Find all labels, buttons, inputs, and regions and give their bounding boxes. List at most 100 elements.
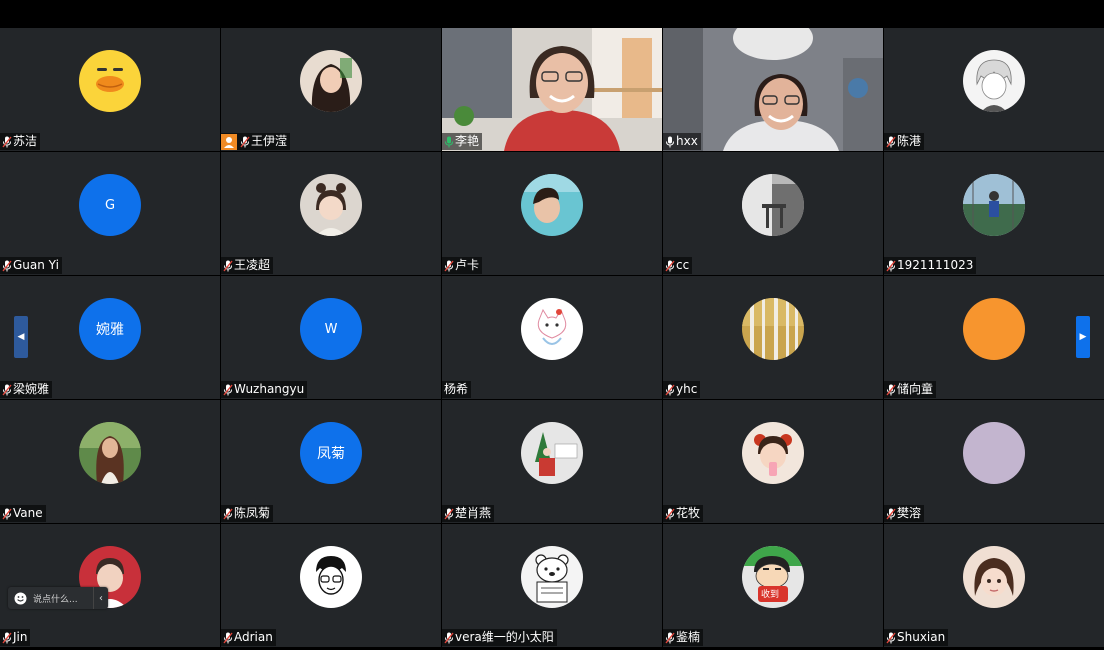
participant-tile[interactable]: 苏洁 <box>0 28 220 151</box>
participant-tile[interactable]: yhc <box>663 276 883 399</box>
participant-name: 陈凤菊 <box>234 506 271 520</box>
participant-tile[interactable]: 杨希 <box>442 276 662 399</box>
mic-muted-icon <box>665 260 675 272</box>
sports-photo-avatar-icon <box>963 174 1025 236</box>
participant-tile[interactable]: Shuxian <box>884 524 1104 647</box>
participant-name: 1921111023 <box>897 258 974 272</box>
prev-page-button[interactable]: ◀ <box>14 316 28 358</box>
participant-tile[interactable]: 婉雅梁婉雅 <box>0 276 220 399</box>
mic-muted-icon <box>886 136 896 148</box>
participant-tile[interactable]: 王伊滢 <box>221 28 441 151</box>
smiley-icon[interactable] <box>14 592 27 605</box>
lavender-circle-avatar-icon <box>963 422 1025 484</box>
participant-name-label: Guan Yi <box>0 257 62 274</box>
participant-name-label: 花牧 <box>663 505 704 522</box>
mic-muted-icon <box>886 508 896 520</box>
participant-name-label: 1921111023 <box>884 257 977 274</box>
participant-tile[interactable]: 收到鉴楠 <box>663 524 883 647</box>
participant-tile[interactable]: cc <box>663 152 883 275</box>
anime-boy-avatar-icon <box>963 50 1025 112</box>
bw-photo-avatar-icon <box>742 174 804 236</box>
mic-muted-icon <box>2 136 12 148</box>
chat-placeholder[interactable]: 说点什么... <box>33 592 93 605</box>
participant-name-label: 陈港 <box>884 133 925 150</box>
mic-muted-icon <box>886 260 896 272</box>
mic-muted-icon <box>2 384 12 396</box>
participant-name: 王凌超 <box>234 258 271 272</box>
cartoon-cat-avatar-icon <box>521 298 583 360</box>
mic-muted-icon <box>444 260 454 272</box>
participant-tile[interactable]: 樊溶 <box>884 400 1104 523</box>
birch-forest-avatar-icon <box>742 298 804 360</box>
avatar-initials: 婉雅 <box>79 298 141 360</box>
participant-name: vera维一的小太阳 <box>455 630 554 644</box>
chevron-left-icon: ◀ <box>17 332 25 342</box>
participant-name: Guan Yi <box>13 258 59 272</box>
participant-tile[interactable]: W Wuzhangyu <box>221 276 441 399</box>
participant-name: 储向童 <box>897 382 934 396</box>
child-photo-avatar-icon <box>300 174 362 236</box>
participant-tile[interactable]: 陈港 <box>884 28 1104 151</box>
mic-muted-icon <box>444 508 454 520</box>
participant-tile[interactable]: Jin <box>0 524 220 647</box>
orange-circle-avatar-icon <box>963 298 1025 360</box>
woman-outdoor-avatar-icon <box>79 422 141 484</box>
host-user-icon <box>221 133 237 150</box>
participant-tile[interactable]: 花牧 <box>663 400 883 523</box>
meeting-gallery-view: 苏洁 王伊滢 李艳 hxx 陈港 G Guan Yi 王凌超 卢卡 cc 1921111023 婉雅梁… <box>0 0 1104 650</box>
participant-tile[interactable]: 楚肖燕 <box>442 400 662 523</box>
participant-name: yhc <box>676 382 698 396</box>
mic-muted-icon <box>223 632 233 644</box>
next-page-button[interactable]: ▶ <box>1076 316 1090 358</box>
polar-bear-avatar-icon <box>521 546 583 608</box>
avatar-initials: 凤菊 <box>300 422 362 484</box>
christmas-photo-avatar-icon <box>521 422 583 484</box>
sketch-face-avatar-icon <box>300 546 362 608</box>
mic-muted-icon <box>240 136 250 148</box>
baby-photo-avatar-icon <box>742 422 804 484</box>
participant-name: Wuzhangyu <box>234 382 305 396</box>
participant-tile[interactable]: vera维一的小太阳 <box>442 524 662 647</box>
participant-name-label: 鉴楠 <box>663 629 704 646</box>
chevron-right-icon: ▶ <box>1079 332 1087 342</box>
participant-name-label: Wuzhangyu <box>221 381 308 398</box>
participant-tile[interactable]: 凤菊陈凤菊 <box>221 400 441 523</box>
participant-name: 陈港 <box>897 134 922 148</box>
mic-muted-icon <box>2 260 12 272</box>
participant-name-label: Vane <box>0 505 46 522</box>
participant-name-label: yhc <box>663 381 701 398</box>
participant-tile[interactable]: G Guan Yi <box>0 152 220 275</box>
participant-name: 花牧 <box>676 506 701 520</box>
participant-tile[interactable]: 卢卡 <box>442 152 662 275</box>
participant-name-label: cc <box>663 257 693 274</box>
chat-input-bar[interactable]: 说点什么... ‹ <box>8 587 108 609</box>
mic-muted-icon <box>444 632 454 644</box>
participant-name: 杨希 <box>444 382 469 396</box>
participant-tile[interactable]: hxx <box>663 28 883 151</box>
participant-name-label: 卢卡 <box>442 257 483 274</box>
chevron-left-icon[interactable]: ‹ <box>93 587 108 609</box>
mic-muted-icon <box>2 632 12 644</box>
participant-tile[interactable]: 储向童 <box>884 276 1104 399</box>
participant-name: 苏洁 <box>13 134 38 148</box>
avatar-badge-text: 收到 <box>761 590 780 600</box>
participant-name-label: 王伊滢 <box>221 133 291 150</box>
participant-grid: 苏洁 王伊滢 李艳 hxx 陈港 G Guan Yi 王凌超 卢卡 cc 1921111023 婉雅梁… <box>0 28 1104 648</box>
participant-tile[interactable]: 王凌超 <box>221 152 441 275</box>
participant-tile[interactable]: Vane <box>0 400 220 523</box>
participant-tile[interactable]: 李艳 <box>442 28 662 151</box>
participant-name-label: 苏洁 <box>0 133 41 150</box>
participant-name: hxx <box>676 134 698 148</box>
participant-name: Vane <box>13 506 43 520</box>
mic-muted-icon <box>665 384 675 396</box>
participant-name-label: Jin <box>0 629 31 646</box>
participant-name-label: 梁婉雅 <box>0 381 53 398</box>
participant-tile[interactable]: Adrian <box>221 524 441 647</box>
mic-muted-icon <box>886 384 896 396</box>
participant-name-label: 王凌超 <box>221 257 274 274</box>
participant-name: 楚肖燕 <box>455 506 492 520</box>
participant-name-label: 陈凤菊 <box>221 505 274 522</box>
participant-name: Shuxian <box>897 630 946 644</box>
participant-name-label: 樊溶 <box>884 505 925 522</box>
participant-tile[interactable]: 1921111023 <box>884 152 1104 275</box>
